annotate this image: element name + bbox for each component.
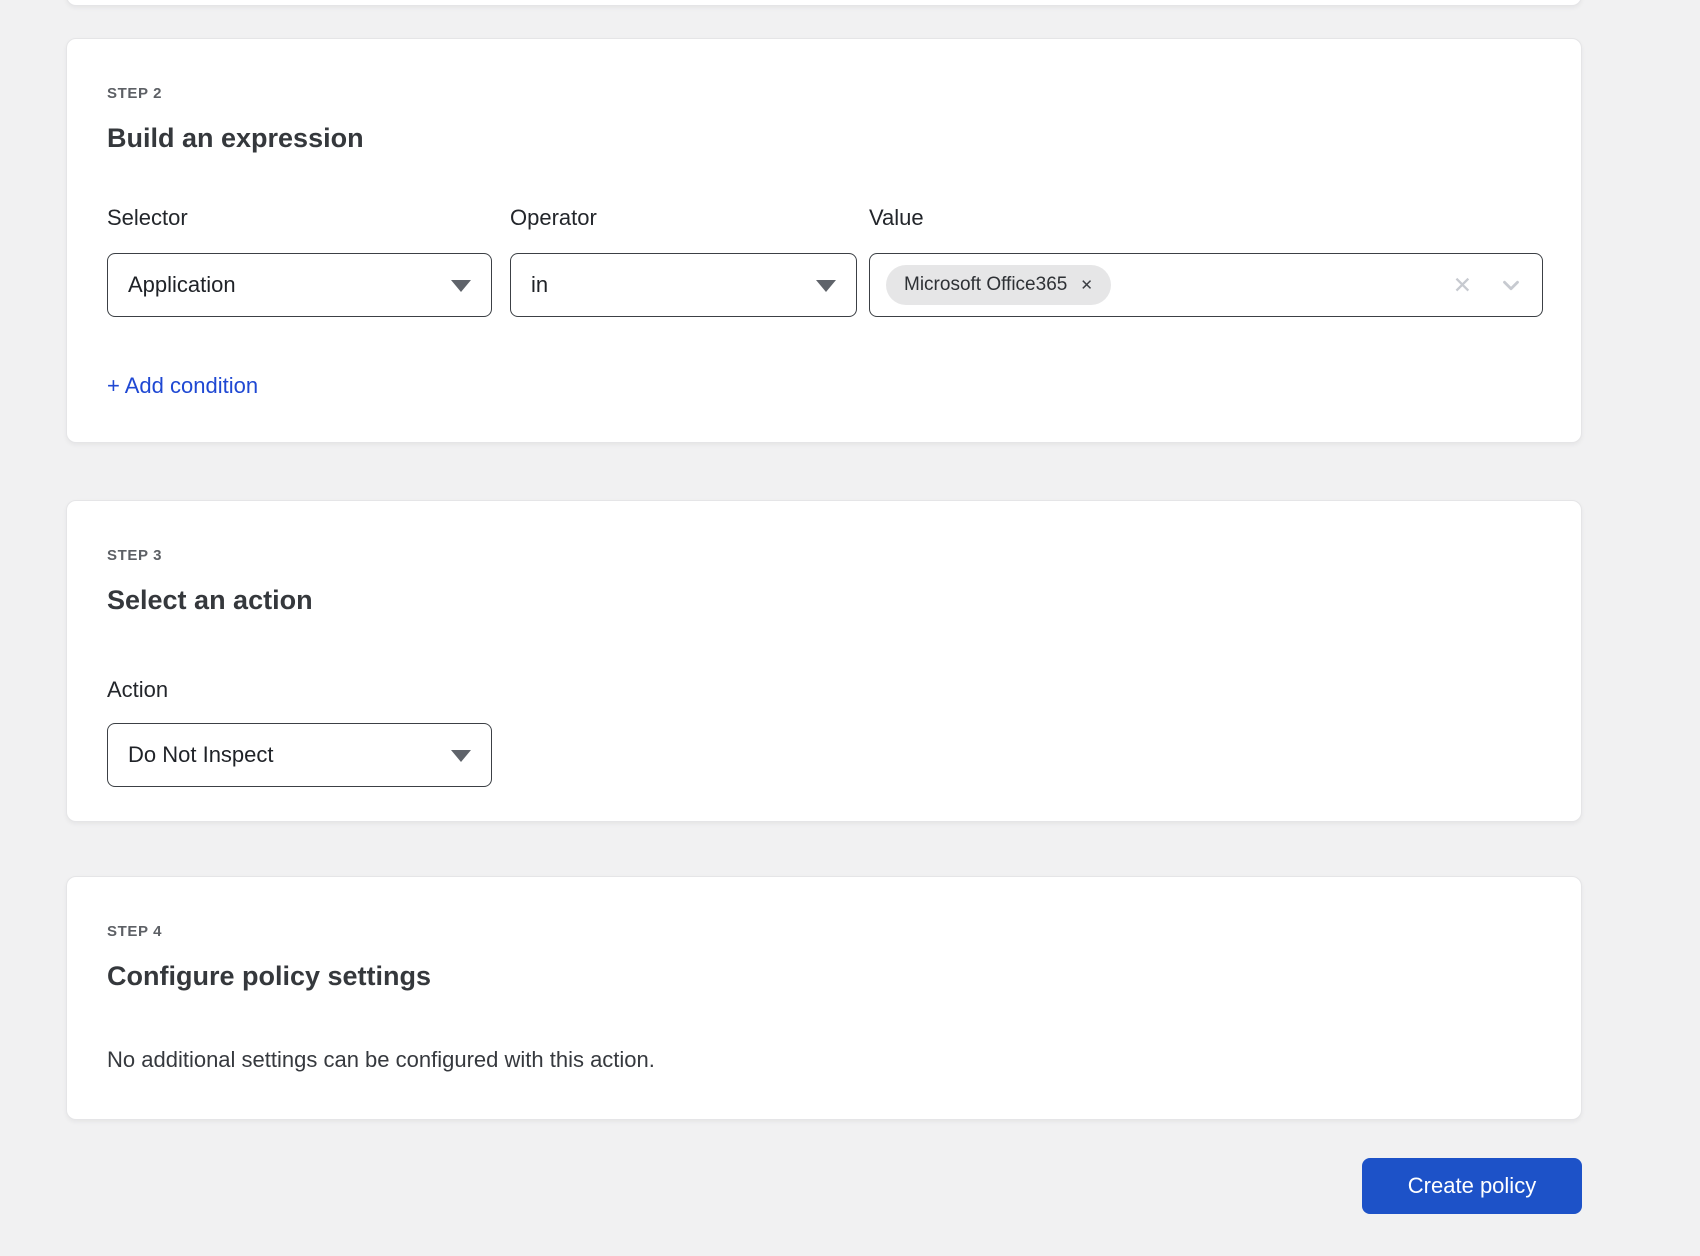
value-tag-text: Microsoft Office365 bbox=[904, 274, 1067, 296]
create-policy-button[interactable]: Create policy bbox=[1362, 1158, 1582, 1214]
action-label: Action bbox=[107, 677, 168, 703]
action-dropdown-chevron-icon bbox=[451, 750, 471, 762]
select-action-title: Select an action bbox=[107, 585, 313, 616]
value-clear-icon[interactable]: ✕ bbox=[1453, 274, 1472, 297]
operator-dropdown[interactable]: in bbox=[510, 253, 857, 317]
select-action-card: STEP 3 Select an action Action Do Not In… bbox=[66, 500, 1582, 822]
action-dropdown[interactable]: Do Not Inspect bbox=[107, 723, 492, 787]
value-label: Value bbox=[869, 205, 924, 231]
selector-label: Selector bbox=[107, 205, 188, 231]
operator-dropdown-chevron-icon bbox=[816, 280, 836, 292]
selector-dropdown-value: Application bbox=[128, 272, 236, 298]
step-3-label: STEP 3 bbox=[107, 547, 162, 564]
selector-dropdown-chevron-icon bbox=[451, 280, 471, 292]
add-condition-link[interactable]: + Add condition bbox=[107, 373, 258, 399]
policy-settings-title: Configure policy settings bbox=[107, 961, 431, 992]
value-multiselect-field[interactable]: Microsoft Office365 ✕ ✕ bbox=[869, 253, 1543, 317]
policy-settings-card: STEP 4 Configure policy settings No addi… bbox=[66, 876, 1582, 1120]
value-chevron-down-icon[interactable] bbox=[1498, 272, 1524, 298]
selector-dropdown[interactable]: Application bbox=[107, 253, 492, 317]
step-4-label: STEP 4 bbox=[107, 923, 162, 940]
build-expression-title: Build an expression bbox=[107, 123, 364, 154]
previous-card-edge bbox=[66, 0, 1582, 6]
policy-settings-message: No additional settings can be configured… bbox=[107, 1047, 655, 1073]
operator-dropdown-value: in bbox=[531, 272, 548, 298]
action-dropdown-value: Do Not Inspect bbox=[128, 742, 274, 768]
tag-remove-icon[interactable]: ✕ bbox=[1080, 278, 1093, 293]
build-expression-card: STEP 2 Build an expression Selector Oper… bbox=[66, 38, 1582, 443]
value-field-controls: ✕ bbox=[1453, 254, 1524, 316]
operator-label: Operator bbox=[510, 205, 597, 231]
step-2-label: STEP 2 bbox=[107, 85, 162, 102]
value-tag: Microsoft Office365 ✕ bbox=[886, 265, 1111, 305]
